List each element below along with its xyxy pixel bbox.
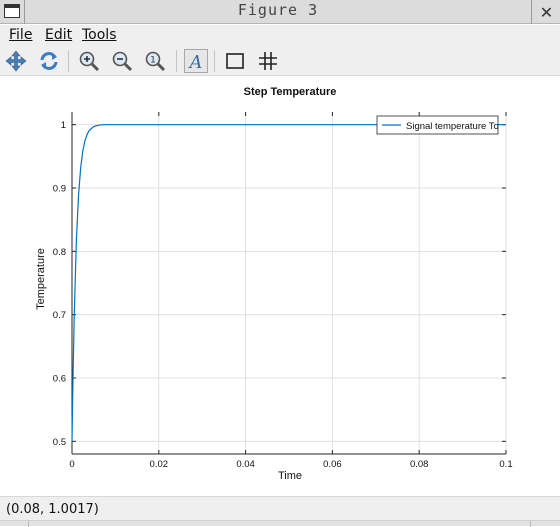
toolbar-separator	[176, 50, 177, 72]
title-separator-right	[531, 0, 532, 24]
y-tick-label: 0.9	[53, 184, 66, 195]
svg-text:1: 1	[150, 56, 156, 66]
status-bar: (0.08, 1.0017)	[0, 496, 560, 527]
grid-lines	[71, 112, 507, 454]
menu-file[interactable]: File	[9, 27, 32, 43]
grid-toggle-icon[interactable]	[256, 49, 280, 73]
tick-labels: 0 0.02 0.04 0.06 0.08 0.1 0.5 0.6 0.7 0.8 0.9 1	[53, 120, 513, 470]
x-tick-label: 0.1	[499, 459, 512, 470]
text-tool-glyph: A	[188, 52, 203, 73]
close-icon[interactable]: ✕	[533, 0, 560, 24]
y-tick-label: 0.7	[53, 310, 66, 321]
x-tick-label: 0.08	[410, 459, 429, 470]
chart-title: Step Temperature	[244, 86, 337, 98]
x-tick-label: 0.06	[323, 459, 342, 470]
y-tick-label: 0.8	[53, 247, 66, 258]
axes	[71, 112, 507, 455]
menu-tools-label: Tools	[82, 27, 117, 43]
toolbar-separator	[68, 50, 69, 72]
grip-divider	[530, 521, 531, 527]
y-tick-label: 0.6	[53, 374, 66, 385]
legend[interactable]: Signal temperature To	[376, 115, 499, 135]
figure-canvas[interactable]: 0 0.02 0.04 0.06 0.08 0.1 0.5 0.6 0.7 0.8 0.9 1 Ste…	[0, 76, 560, 496]
line-chart: 0 0.02 0.04 0.06 0.08 0.1 0.5 0.6 0.7 0.8 0.9 1 Ste…	[35, 86, 513, 482]
menu-file-label: File	[9, 27, 33, 43]
x-tick-label: 0.02	[150, 459, 169, 470]
x-tick-label: 0.04	[236, 459, 255, 470]
menu-bar: File Edit Tools	[0, 25, 560, 46]
resize-grip[interactable]	[0, 520, 560, 527]
window-title: Figure 3	[237, 1, 319, 19]
window-menu-icon[interactable]	[4, 4, 20, 18]
menu-edit-label: Edit	[45, 27, 73, 43]
y-axis-label: Temperature	[35, 248, 47, 310]
window-title-bar: Figure 3 ✕	[0, 0, 560, 24]
toolbar-separator	[214, 50, 215, 72]
x-axis-label: Time	[278, 470, 302, 482]
zoom-reset-icon[interactable]: 1	[143, 49, 167, 73]
zoom-in-icon[interactable]	[77, 49, 101, 73]
zoom-out-icon[interactable]	[110, 49, 134, 73]
legend-label: Signal temperature To	[406, 121, 499, 132]
y-tick-label: 0.5	[53, 437, 66, 448]
x-tick-label: 0	[69, 459, 74, 470]
pan-icon[interactable]	[4, 49, 28, 73]
box-axes-icon[interactable]	[223, 49, 247, 73]
menu-tools[interactable]: Tools	[82, 27, 117, 43]
cursor-coordinates: (0.08, 1.0017)	[6, 502, 99, 517]
series-line	[71, 124, 506, 442]
rotate-icon[interactable]	[37, 49, 61, 73]
y-tick-label: 1	[61, 120, 66, 131]
toolbar: 1 A	[0, 46, 560, 76]
grip-divider	[28, 521, 29, 527]
series-lines	[71, 124, 506, 442]
menu-edit[interactable]: Edit	[45, 27, 72, 43]
text-insert-icon[interactable]: A	[184, 49, 208, 73]
